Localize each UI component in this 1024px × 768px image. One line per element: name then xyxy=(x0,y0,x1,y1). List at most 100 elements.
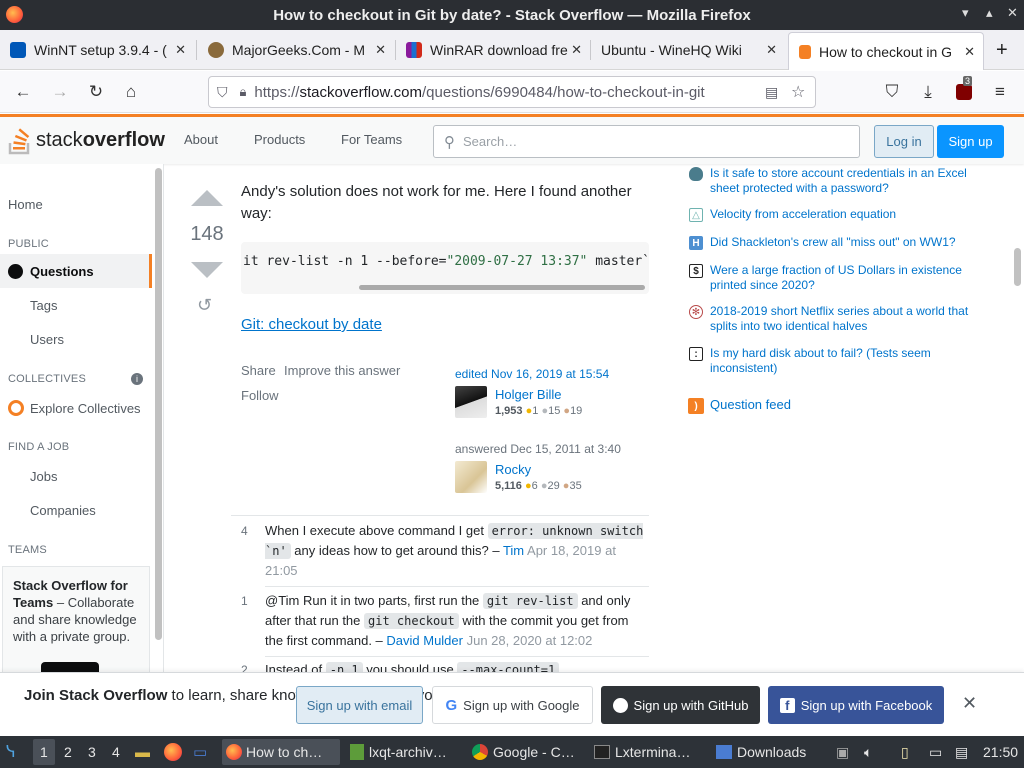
products-link[interactable]: Products xyxy=(254,132,305,147)
task-firefox[interactable]: How to ch… xyxy=(226,736,322,768)
home-icon[interactable]: ⌂ xyxy=(120,81,142,103)
tab-label: WinNT setup 3.9.4 - ( xyxy=(34,42,167,58)
checkout-by-date-link[interactable]: Git: checkout by date xyxy=(241,316,382,333)
nav-heading-collectives: COLLECTIVES xyxy=(8,373,87,385)
close-tab-icon[interactable]: ✕ xyxy=(964,44,975,60)
logo-text-light: stack xyxy=(36,128,83,151)
workspace-2[interactable]: 2 xyxy=(64,736,72,768)
history-icon[interactable]: ↺ xyxy=(197,295,212,316)
comment-user-link[interactable]: Tim xyxy=(503,543,524,558)
tab-label: WinRAR download fre xyxy=(430,42,568,58)
nav-tags[interactable]: Tags xyxy=(30,298,57,313)
close-tab-icon[interactable]: ✕ xyxy=(766,42,777,58)
signup-banner-text: Join Stack Overflow to learn, share know… xyxy=(24,687,496,704)
shield-icon[interactable]: ⛉ xyxy=(217,84,228,101)
code-scrollbar[interactable] xyxy=(359,285,645,290)
navigation-toolbar: ← → ↻ ⌂ ⛉ 🔒︎ https://stackoverflow.com/q… xyxy=(0,71,1024,113)
nav-explore-collectives[interactable]: Explore Collectives xyxy=(8,400,141,416)
minimize-icon[interactable]: ▾ xyxy=(962,5,969,21)
nav-home[interactable]: Home xyxy=(8,197,43,212)
firefox-icon xyxy=(6,6,23,23)
file-manager-launcher-icon[interactable]: ▬ xyxy=(135,736,150,768)
close-banner-icon[interactable]: ✕ xyxy=(962,693,977,714)
new-tab-button[interactable]: + xyxy=(990,30,1020,70)
tab-majorgeeks[interactable]: MajorGeeks.Com - M ✕ xyxy=(198,30,394,70)
firefox-launcher-icon[interactable] xyxy=(164,736,182,768)
workspace-1[interactable]: 1 xyxy=(40,736,48,768)
workspace-4[interactable]: 4 xyxy=(112,736,120,768)
close-tab-icon[interactable]: ✕ xyxy=(175,42,186,58)
reload-icon[interactable]: ↻ xyxy=(85,81,107,103)
physics-site-icon: △ xyxy=(689,208,703,222)
follow-link[interactable]: Follow xyxy=(241,388,279,403)
task-downloads[interactable]: Downloads xyxy=(716,736,806,768)
battery-icon[interactable]: ▤ xyxy=(955,736,968,768)
tab-stackoverflow[interactable]: How to checkout in G ✕ xyxy=(788,32,984,70)
nav-users[interactable]: Users xyxy=(30,332,64,347)
edited-timestamp[interactable]: edited Nov 16, 2019 at 15:54 xyxy=(455,367,609,381)
clipboard-icon[interactable]: ▯ xyxy=(901,736,909,768)
bookmark-star-icon[interactable]: ☆ xyxy=(791,82,805,102)
tab-winehq[interactable]: Ubuntu - WineHQ Wiki ✕ xyxy=(591,30,785,70)
nav-jobs[interactable]: Jobs xyxy=(30,469,57,484)
network-icon[interactable]: ▭ xyxy=(929,736,942,768)
tab-winnt[interactable]: WinNT setup 3.9.4 - ( ✕ xyxy=(0,30,194,70)
url-bar[interactable]: ⛉ 🔒︎ https://stackoverflow.com/questions… xyxy=(208,76,816,108)
nav-companies[interactable]: Companies xyxy=(30,503,96,518)
teams-free-button[interactable] xyxy=(41,662,99,672)
page-scrollbar[interactable] xyxy=(1014,248,1021,286)
ublock-extension-icon[interactable]: 3 xyxy=(953,76,975,103)
author-name[interactable]: Rocky xyxy=(495,462,531,477)
lock-icon[interactable]: 🔒︎ xyxy=(240,84,247,100)
close-tab-icon[interactable]: ✕ xyxy=(375,42,386,58)
nav-heading-public: PUBLIC xyxy=(8,238,49,250)
teams-promo-box: Stack Overflow for Teams – Collaborate a… xyxy=(2,566,150,672)
stackoverflow-logo[interactable]: stack overflow xyxy=(8,125,165,155)
signup-button[interactable]: Sign up xyxy=(937,125,1004,158)
tray-box-icon[interactable]: ▣ xyxy=(836,736,849,768)
answered-timestamp: answered Dec 15, 2011 at 3:40 xyxy=(455,442,621,456)
task-archiver[interactable]: lxqt-archiv… xyxy=(350,736,447,768)
for-teams-link[interactable]: For Teams xyxy=(341,132,402,147)
signup-github-button[interactable]: Sign up with GitHub xyxy=(601,686,760,724)
security-site-icon xyxy=(689,167,703,181)
hamburger-menu-icon[interactable]: ≡ xyxy=(989,81,1011,103)
search-input[interactable]: ⚲ Search… xyxy=(433,125,860,158)
editor-name[interactable]: Holger Bille xyxy=(495,387,561,402)
editor-avatar[interactable] xyxy=(455,386,487,418)
signup-google-button[interactable]: G Sign up with Google xyxy=(432,686,593,724)
share-link[interactable]: Share xyxy=(241,363,276,378)
forward-arrow-icon[interactable]: → xyxy=(49,81,71,103)
downvote-icon[interactable] xyxy=(191,262,223,278)
comment-time: Jun 28, 2020 at 12:02 xyxy=(466,633,593,648)
majorgeeks-favicon-icon xyxy=(208,42,224,58)
comment-votes: 2 xyxy=(241,663,248,672)
task-terminal[interactable]: Lxtermina… xyxy=(594,736,690,768)
desktop-launcher-icon[interactable]: ▭ xyxy=(193,736,207,768)
back-arrow-icon[interactable]: ← xyxy=(12,81,34,103)
maximize-icon[interactable]: ▴ xyxy=(986,5,993,21)
tab-winrar[interactable]: WinRAR download fre ✕ xyxy=(396,30,590,70)
signup-email-button[interactable]: Sign up with email xyxy=(296,686,423,724)
pocket-icon[interactable]: ⛉ xyxy=(881,81,903,103)
url-path: /questions/6990484/how-to-checkout-in-gi… xyxy=(422,83,705,101)
signup-facebook-button[interactable]: f Sign up with Facebook xyxy=(768,686,944,724)
close-tab-icon[interactable]: ✕ xyxy=(571,42,582,58)
workspace-3[interactable]: 3 xyxy=(88,736,96,768)
upvote-icon[interactable] xyxy=(191,190,223,206)
task-chrome[interactable]: Google - C… xyxy=(472,736,575,768)
sidebar-scrollbar[interactable] xyxy=(155,168,162,640)
improve-answer-link[interactable]: Improve this answer xyxy=(284,363,400,378)
close-window-icon[interactable]: ✕ xyxy=(1007,5,1018,21)
volume-icon[interactable]: 🔈︎ xyxy=(864,736,872,768)
nav-questions[interactable]: Questions xyxy=(8,264,94,279)
reader-view-icon[interactable]: ▤ xyxy=(765,84,778,101)
stack-logo-icon xyxy=(8,128,30,155)
downloads-icon[interactable]: ⤓ xyxy=(917,81,939,103)
start-menu-icon[interactable]: ᓭ xyxy=(6,736,16,768)
comment-user-link[interactable]: David Mulder xyxy=(386,633,463,648)
info-icon[interactable]: i xyxy=(131,373,143,385)
author-avatar[interactable] xyxy=(455,461,487,493)
login-button[interactable]: Log in xyxy=(874,125,934,158)
about-link[interactable]: About xyxy=(184,132,218,147)
